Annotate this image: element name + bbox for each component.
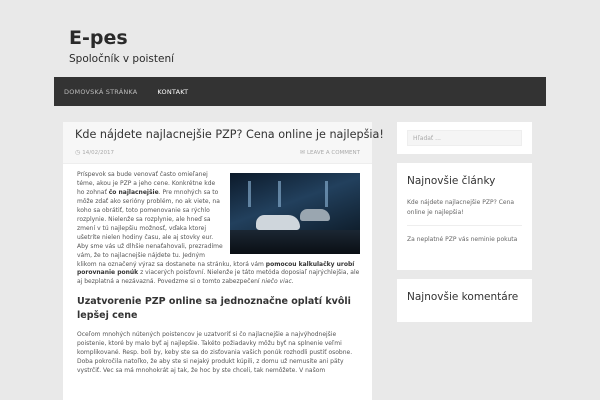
leave-comment-label[interactable]: LEAVE A COMMENT	[307, 150, 360, 156]
text-run: .	[291, 278, 294, 286]
sidebar: Hľadať ... Najnovšie články Kde nájdete …	[397, 122, 532, 331]
recent-comments-widget: Najnovšie komentáre	[397, 278, 532, 322]
italic-phrase: niečo viac	[261, 278, 292, 286]
clock-icon: ◷	[75, 149, 81, 156]
post-paragraph-2: Oceľom mnohých nútených poistencov je uz…	[77, 331, 353, 375]
post-subheading: Uzatvorenie PZP online sa jednoznačne op…	[77, 296, 351, 322]
main-content: Kde nájdete najlacnejšie PZP? Cena onlin…	[63, 122, 384, 400]
image-car-front	[256, 215, 300, 230]
recent-post-link[interactable]: Za neplatné PZP vás neminie pokuta	[407, 235, 522, 253]
recent-posts-list: Kde nájdete najlacnejšie PZP? Cena onlin…	[407, 198, 522, 253]
post-header: Kde nájdete najlacnejšie PZP? Cena onlin…	[63, 122, 384, 164]
post-date[interactable]: ◷ 14/02/2017	[75, 149, 114, 156]
recent-comments-title: Najnovšie komentáre	[407, 290, 519, 303]
nav-item-home[interactable]: DOMOVSKÁ STRÁNKA	[54, 77, 147, 106]
image-light-streak	[248, 181, 251, 207]
site-description: Spoločník v poistení	[69, 53, 175, 65]
nav-item-contact[interactable]: KONTAKT	[147, 77, 198, 106]
post-date-label[interactable]: 14/02/2017	[82, 150, 114, 156]
image-road	[230, 230, 360, 254]
comment-icon: ✉	[299, 149, 305, 156]
recent-posts-widget: Najnovšie články Kde nájdete najlacnejši…	[397, 163, 532, 270]
post-body: Príspevok sa bude venovať často omieľane…	[63, 164, 372, 376]
recent-posts-title: Najnovšie články	[407, 175, 496, 187]
site-title[interactable]: E-pes	[69, 27, 128, 49]
post-meta: ◷ 14/02/2017 ✉ LEAVE A COMMENT	[75, 149, 360, 156]
recent-post-link[interactable]: Kde nájdete najlacnejšie PZP? Cena onlin…	[407, 198, 522, 226]
bold-phrase: čo najlacnejšie	[108, 188, 159, 196]
search-input[interactable]: Hľadať ...	[407, 130, 522, 146]
post-title[interactable]: Kde nájdete najlacnejšie PZP? Cena onlin…	[75, 128, 384, 141]
image-light-streak	[278, 181, 281, 207]
leave-comment-link[interactable]: ✉ LEAVE A COMMENT	[300, 149, 360, 156]
image-car-back	[300, 209, 330, 221]
image-light-streak	[325, 181, 328, 207]
sports-car-image[interactable]	[230, 173, 360, 254]
search-widget: Hľadať ...	[397, 122, 532, 154]
main-navigation: DOMOVSKÁ STRÁNKA KONTAKT	[54, 77, 546, 106]
